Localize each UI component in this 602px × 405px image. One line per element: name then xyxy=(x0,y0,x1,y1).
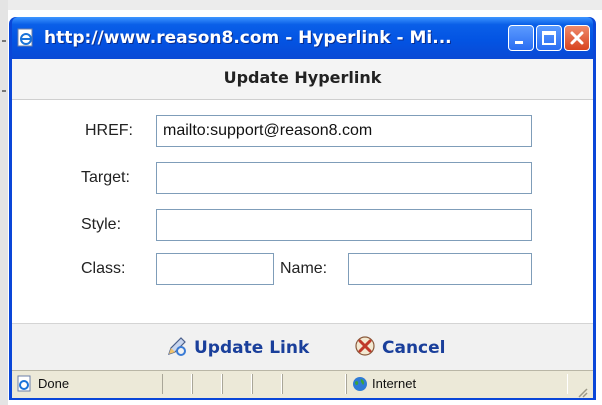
dialog-footer: Update Link Cancel xyxy=(12,323,593,371)
dialog-title: Update Hyperlink xyxy=(223,68,382,87)
window-title: http://www.reason8.com - Hyperlink - Mi.… xyxy=(44,28,452,48)
window-content: Update Hyperlink HREF: Target: Style: Cl… xyxy=(12,59,593,398)
close-button[interactable] xyxy=(564,25,590,51)
background-mark xyxy=(2,40,6,42)
cancel-button[interactable]: Cancel xyxy=(354,336,445,360)
class-input[interactable] xyxy=(156,253,274,285)
update-link-button[interactable]: Update Link xyxy=(166,336,309,360)
minimize-button[interactable] xyxy=(508,25,534,51)
zone-text: Internet xyxy=(372,376,417,391)
hyperlink-form: HREF: Target: Style: Class: Name: xyxy=(12,100,593,323)
name-input[interactable] xyxy=(348,253,532,285)
status-cell xyxy=(192,374,222,394)
update-link-label: Update Link xyxy=(194,338,310,358)
target-input[interactable] xyxy=(156,162,532,194)
status-cell xyxy=(222,374,252,394)
style-input[interactable] xyxy=(156,209,532,241)
class-label: Class: xyxy=(81,260,126,277)
window-titlebar[interactable]: http://www.reason8.com - Hyperlink - Mi.… xyxy=(12,17,593,59)
href-label: HREF: xyxy=(85,122,133,139)
background-page-strip xyxy=(0,0,602,10)
name-label: Name: xyxy=(280,260,328,277)
status-text: Done xyxy=(38,376,70,391)
status-bar: Done Internet xyxy=(12,370,593,398)
href-input[interactable] xyxy=(156,115,532,147)
popup-window: http://www.reason8.com - Hyperlink - Mi.… xyxy=(9,17,596,400)
background-mark xyxy=(2,90,6,92)
background-page-edge xyxy=(0,0,8,405)
resize-grip-icon[interactable] xyxy=(576,383,588,402)
target-label: Target: xyxy=(81,169,130,186)
cancel-label: Cancel xyxy=(382,338,446,358)
maximize-button[interactable] xyxy=(536,25,562,51)
dialog-header: Update Hyperlink xyxy=(12,59,593,100)
globe-icon xyxy=(352,376,368,396)
status-cell xyxy=(252,374,282,394)
pencil-link-icon xyxy=(166,335,188,361)
style-label: Style: xyxy=(81,216,122,233)
ie-page-icon xyxy=(16,375,34,397)
cancel-x-icon xyxy=(354,335,376,361)
status-cell xyxy=(282,374,346,394)
ie-page-icon xyxy=(16,28,36,48)
status-cell xyxy=(162,374,192,394)
